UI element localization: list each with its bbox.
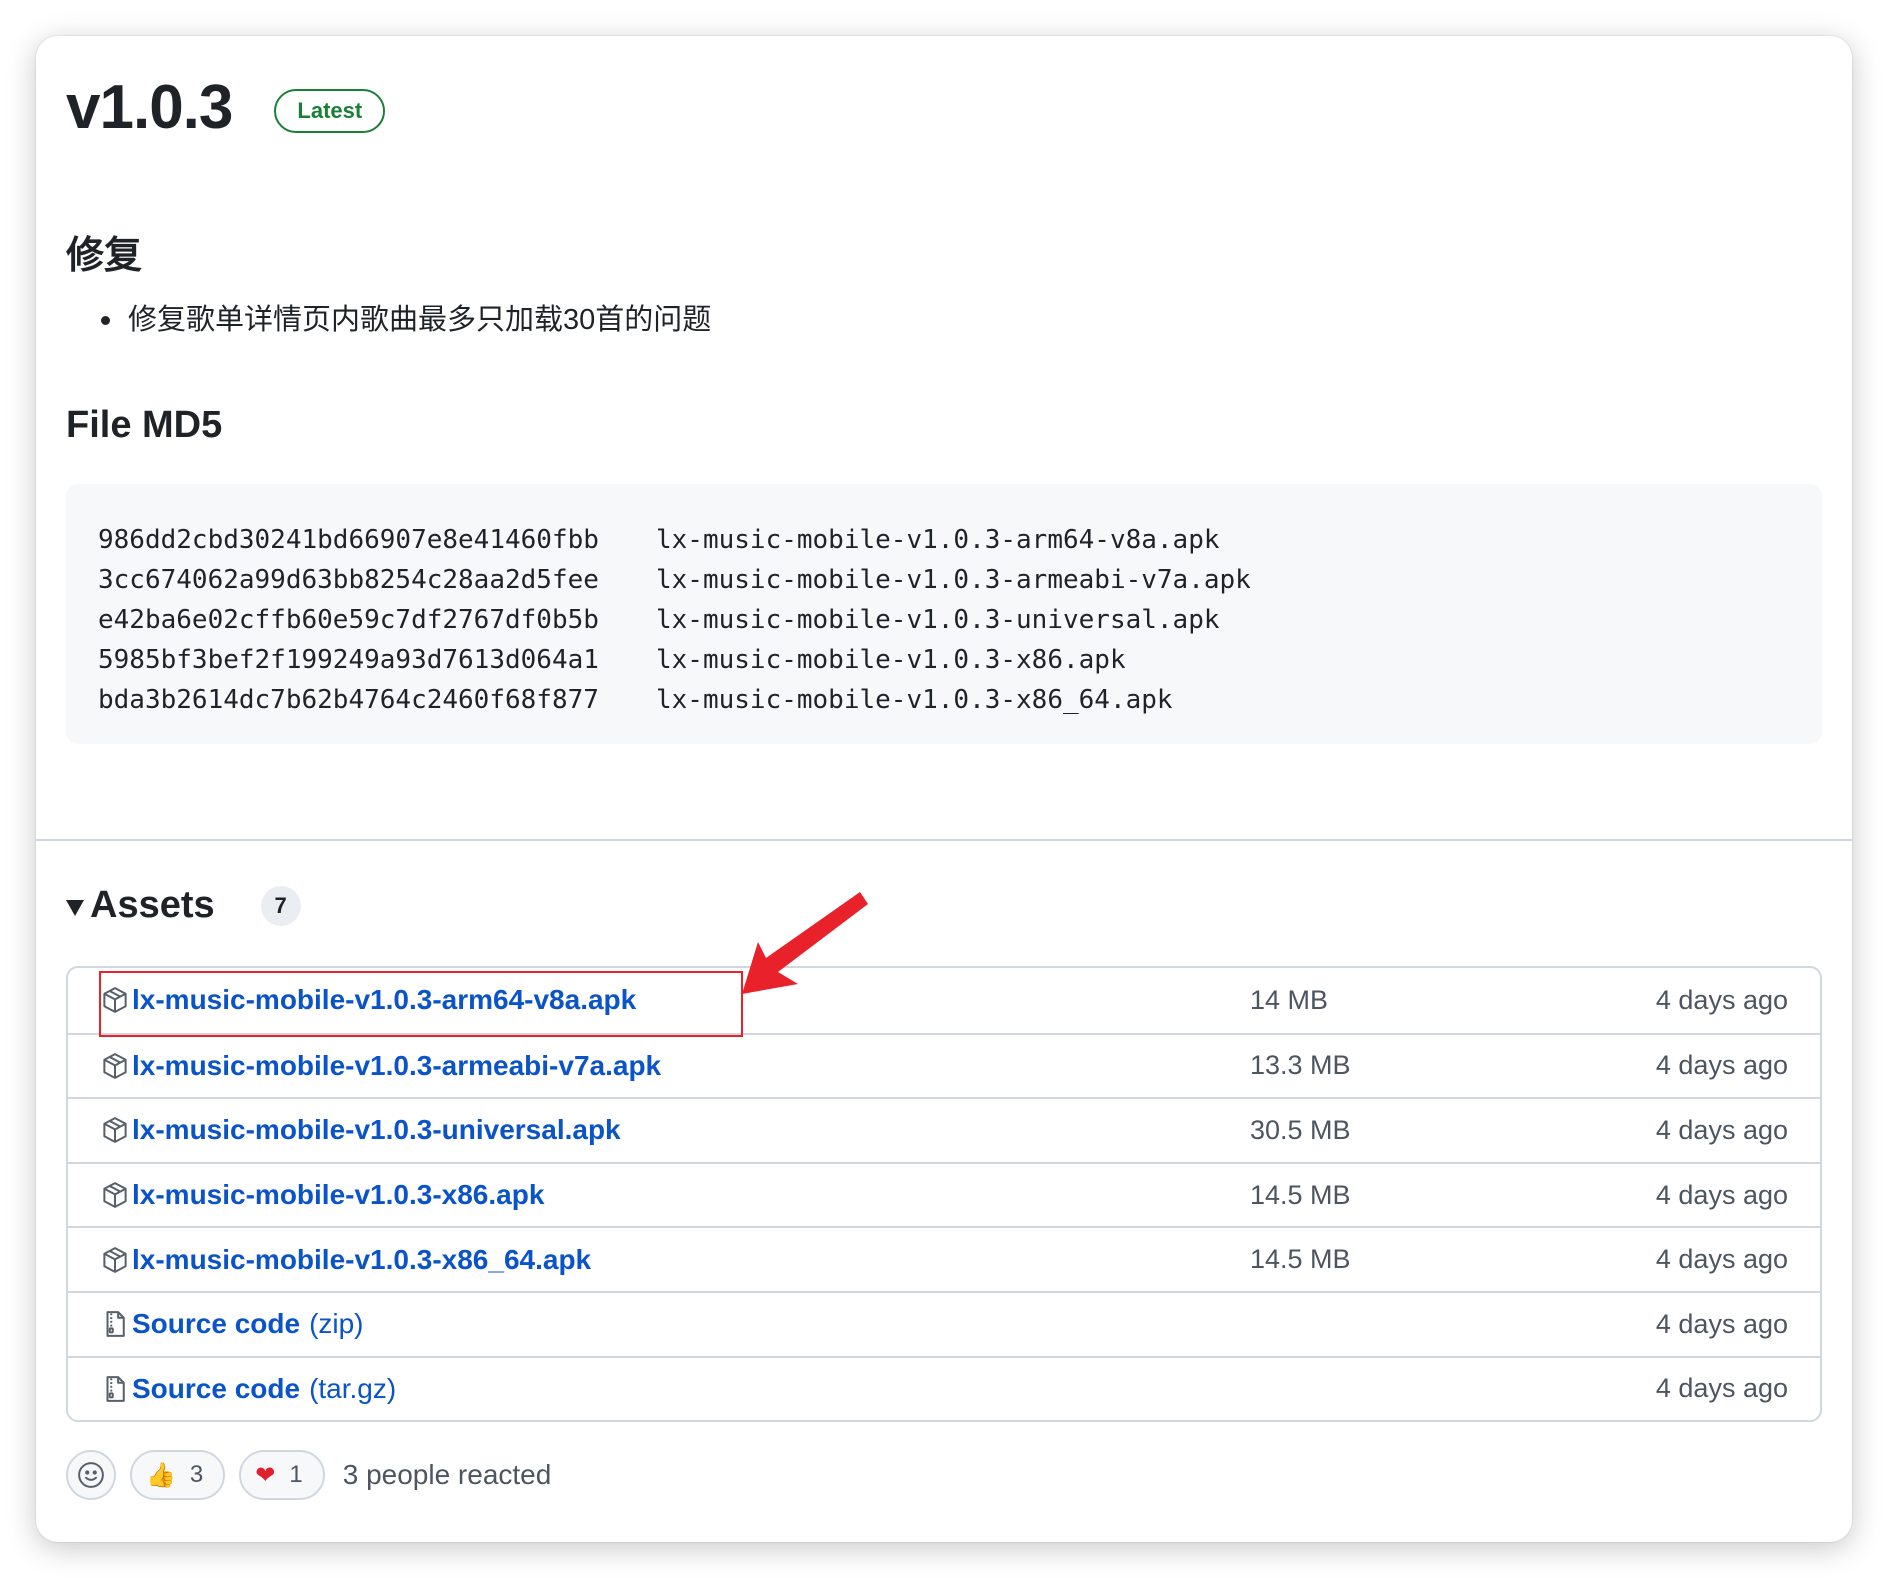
package-icon (103, 1053, 127, 1079)
asset-left: Source code (zip) (100, 1308, 1250, 1340)
asset-date: 4 days ago (1655, 1244, 1788, 1275)
asset-row: lx-music-mobile-v1.0.3-arm64-v8a.apk 14 … (68, 968, 1820, 1033)
asset-size: 30.5 MB (1250, 1114, 1351, 1145)
md5-hash: 3cc674062a99d63bb8254c28aa2d5fee (98, 565, 599, 595)
md5-file: lx-music-mobile-v1.0.3-armeabi-v7a.apk (656, 565, 1251, 595)
asset-date: 4 days ago (1655, 1050, 1788, 1081)
asset-date: 4 days ago (1655, 1114, 1788, 1145)
package-icon (103, 1246, 127, 1273)
file-zip-icon (106, 1375, 125, 1402)
md5-row: 5985bf3bef2f199249a93d7613d064a1 lx-musi… (98, 640, 1790, 680)
md5-hash: bda3b2614dc7b62b4764c2460f68f877 (98, 685, 599, 715)
section-divider (36, 839, 1852, 841)
md5-heading: File MD5 (66, 404, 223, 446)
package-icon (103, 1182, 127, 1208)
md5-code-block: 986dd2cbd30241bd66907e8e41460fbb lx-musi… (66, 484, 1822, 744)
release-title[interactable]: v1.0.3 (66, 72, 233, 143)
reactions-bar: 👍 3 ❤ 1 3 people reacted (66, 1450, 551, 1500)
smiley-icon (78, 1462, 104, 1488)
fix-list: 修复歌单详情页内歌曲最多只加载30首的问题 (101, 306, 711, 335)
asset-download-link[interactable]: lx-music-mobile-v1.0.3-arm64-v8a.apk (132, 984, 636, 1016)
heart-count: 1 (289, 1461, 303, 1488)
asset-date: 4 days ago (1655, 984, 1788, 1015)
asset-size: 14.5 MB (1250, 1179, 1351, 1210)
fix-item: 修复歌单详情页内歌曲最多只加载30首的问题 (128, 304, 712, 336)
asset-row: lx-music-mobile-v1.0.3-universal.apk 30.… (68, 1097, 1820, 1162)
asset-row: Source code (zip) 4 days ago (68, 1290, 1820, 1356)
asset-download-link[interactable]: lx-music-mobile-v1.0.3-universal.apk (132, 1114, 621, 1146)
add-reaction-button[interactable] (66, 1450, 116, 1500)
md5-file: lx-music-mobile-v1.0.3-universal.apk (656, 605, 1220, 635)
asset-download-link[interactable]: lx-music-mobile-v1.0.3-armeabi-v7a.apk (132, 1050, 661, 1082)
md5-row: 986dd2cbd30241bd66907e8e41460fbb lx-musi… (98, 520, 1790, 560)
asset-date: 4 days ago (1655, 1308, 1788, 1339)
md5-hash: e42ba6e02cffb60e59c7df2767df0b5b (98, 605, 599, 635)
md5-file: lx-music-mobile-v1.0.3-x86.apk (656, 645, 1126, 675)
latest-badge: Latest (274, 88, 386, 133)
package-icon (103, 1117, 127, 1144)
md5-file: lx-music-mobile-v1.0.3-arm64-v8a.apk (656, 525, 1220, 555)
asset-link-format: (zip) (309, 1308, 364, 1340)
asset-size: 14.5 MB (1250, 1244, 1351, 1275)
thumbs-up-reaction-button[interactable]: 👍 3 (130, 1450, 226, 1500)
bullet-dot (101, 316, 110, 325)
asset-size: 13.3 MB (1250, 1050, 1351, 1081)
asset-date: 4 days ago (1655, 1179, 1788, 1210)
md5-row: 3cc674062a99d63bb8254c28aa2d5fee lx-musi… (98, 560, 1790, 600)
md5-row: bda3b2614dc7b62b4764c2460f68f877 lx-musi… (98, 680, 1790, 720)
assets-summary-toggle[interactable]: Assets 7 (66, 884, 301, 927)
caret-down-icon (66, 899, 84, 916)
asset-link-text: Source code (132, 1308, 301, 1340)
asset-row: Source code (tar.gz) 4 days ago (68, 1355, 1820, 1421)
reactions-summary: 3 people reacted (342, 1459, 552, 1490)
thumbs-up-icon: 👍 (146, 1461, 176, 1489)
fix-heading: 修复 (66, 235, 143, 277)
asset-link-format: (tar.gz) (309, 1372, 397, 1404)
asset-link-text: Source code (132, 1372, 301, 1404)
asset-row: lx-music-mobile-v1.0.3-x86.apk 14.5 MB 4… (68, 1161, 1820, 1227)
asset-left: lx-music-mobile-v1.0.3-x86_64.apk (100, 1244, 1250, 1276)
release-card: v1.0.3 Latest 修复 修复歌单详情页内歌曲最多只加载30首的问题 F… (36, 36, 1852, 1542)
md5-file: lx-music-mobile-v1.0.3-x86_64.apk (656, 685, 1173, 715)
asset-left: lx-music-mobile-v1.0.3-armeabi-v7a.apk (100, 1050, 1250, 1082)
asset-row: lx-music-mobile-v1.0.3-armeabi-v7a.apk 1… (68, 1032, 1820, 1098)
file-zip-icon (106, 1311, 125, 1338)
heart-reaction-button[interactable]: ❤ 1 (239, 1450, 325, 1500)
thumbs-up-count: 3 (189, 1461, 204, 1488)
asset-left: lx-music-mobile-v1.0.3-x86.apk (100, 1179, 1250, 1211)
asset-left: lx-music-mobile-v1.0.3-universal.apk (100, 1114, 1250, 1146)
asset-size: 14 MB (1250, 984, 1329, 1015)
asset-date: 4 days ago (1655, 1373, 1788, 1404)
asset-row: lx-music-mobile-v1.0.3-x86_64.apk 14.5 M… (68, 1226, 1820, 1291)
assets-title: Assets (90, 884, 215, 926)
source-code-zip-link[interactable]: Source code (zip) (132, 1308, 364, 1340)
heart-icon: ❤ (255, 1461, 276, 1489)
asset-left: lx-music-mobile-v1.0.3-arm64-v8a.apk (100, 984, 1250, 1016)
assets-list: lx-music-mobile-v1.0.3-arm64-v8a.apk 14 … (66, 966, 1822, 1423)
release-header: v1.0.3 Latest (66, 72, 386, 143)
assets-count-badge: 7 (260, 885, 301, 926)
asset-download-link[interactable]: lx-music-mobile-v1.0.3-x86_64.apk (132, 1244, 591, 1276)
source-code-targz-link[interactable]: Source code (tar.gz) (132, 1373, 396, 1405)
package-icon (103, 987, 127, 1014)
asset-download-link[interactable]: lx-music-mobile-v1.0.3-x86.apk (132, 1179, 544, 1211)
md5-hash: 986dd2cbd30241bd66907e8e41460fbb (98, 525, 599, 555)
asset-left: Source code (tar.gz) (100, 1373, 1250, 1405)
md5-row: e42ba6e02cffb60e59c7df2767df0b5b lx-musi… (98, 600, 1790, 640)
md5-hash: 5985bf3bef2f199249a93d7613d064a1 (98, 645, 599, 675)
